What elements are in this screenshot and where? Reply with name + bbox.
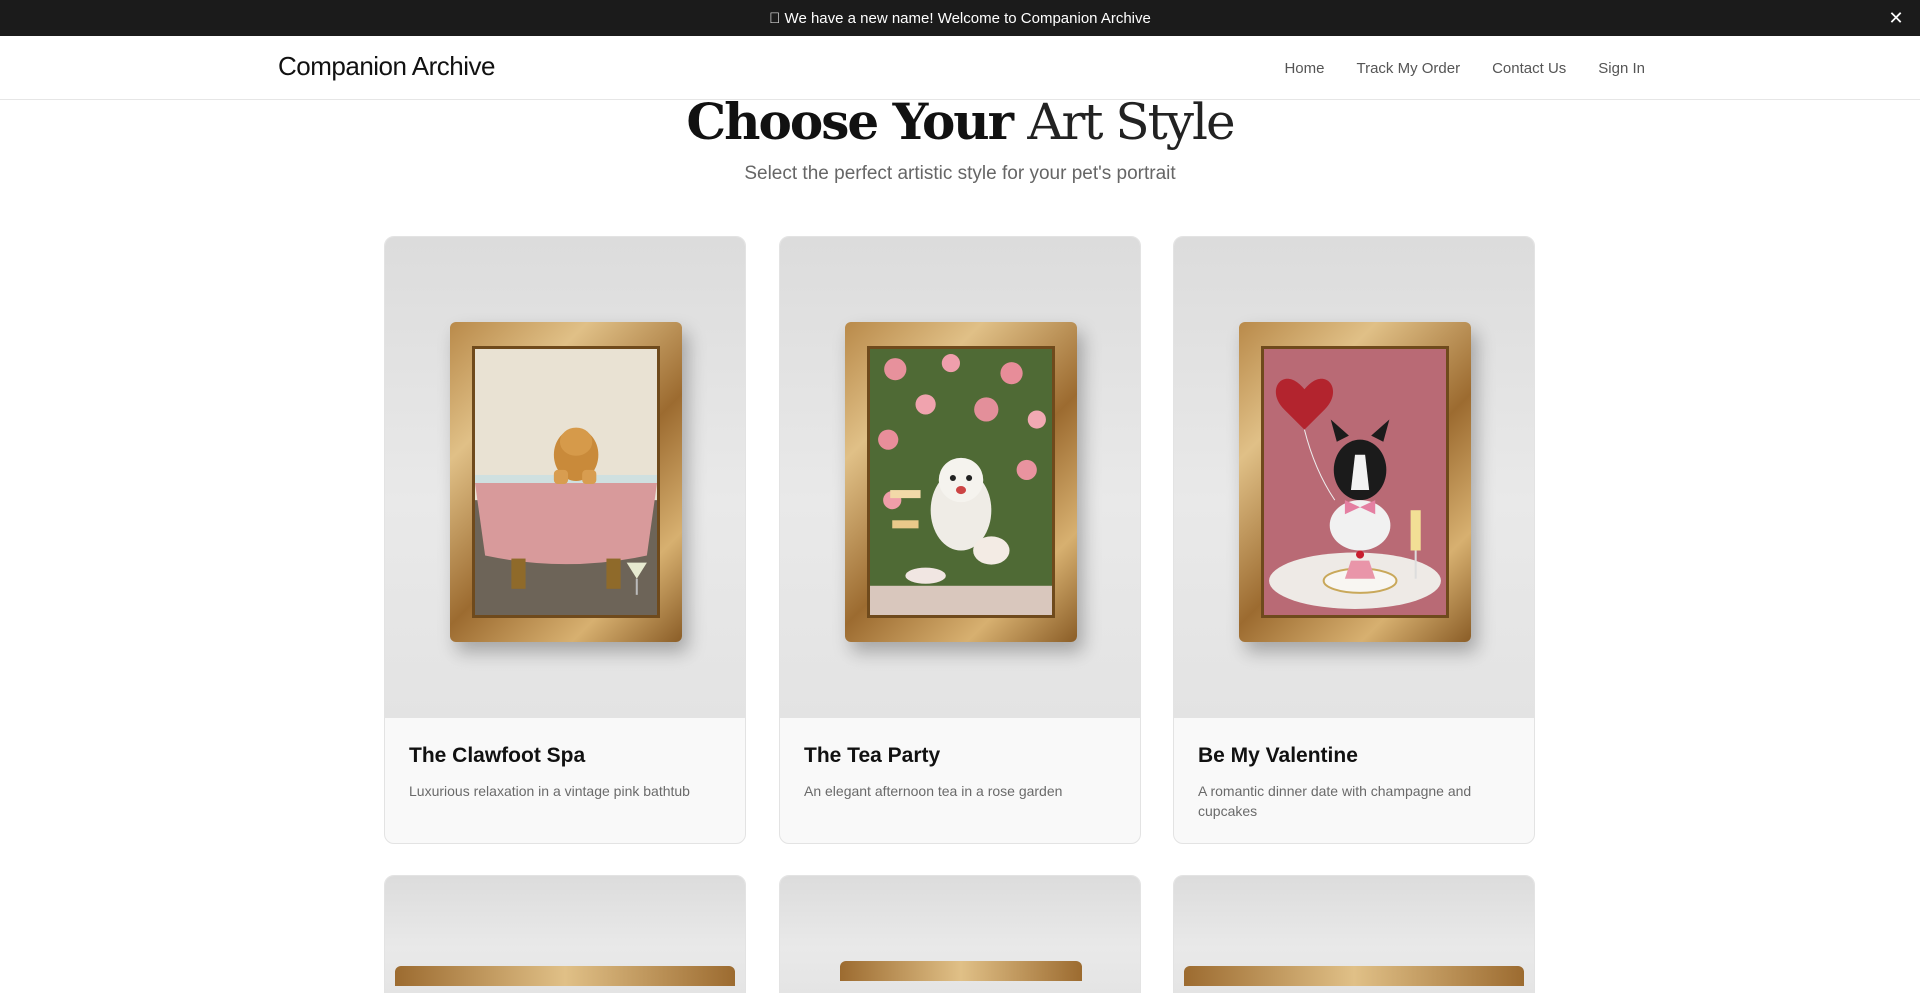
style-card-partial[interactable]: [1173, 875, 1535, 993]
style-card-be-my-valentine[interactable]: Be My Valentine A romantic dinner date w…: [1173, 236, 1535, 844]
style-card-description: A romantic dinner date with champagne an…: [1198, 783, 1472, 819]
style-card-description: Luxurious relaxation in a vintage pink b…: [409, 783, 690, 799]
style-image-clawfoot-spa: [385, 237, 745, 718]
style-card-title: Be My Valentine: [1198, 744, 1358, 767]
nav-links: Home Track My Order Contact Us Sign In: [1284, 36, 1645, 100]
top-navbar: Companion Archive Home Track My Order Co…: [0, 36, 1920, 100]
style-image-partial: [780, 876, 1140, 993]
style-card-partial[interactable]: [384, 875, 746, 993]
style-image-be-my-valentine: [1174, 237, 1534, 718]
announcement-bar:  We have a new name! Welcome to Compani…: [0, 0, 1920, 36]
style-card-title: The Tea Party: [804, 744, 941, 767]
nav-sign-in-link[interactable]: Sign In: [1598, 60, 1645, 77]
style-card-clawfoot-spa[interactable]: The Clawfoot Spa Luxurious relaxation in…: [384, 236, 746, 844]
page-title-part2: Art Style: [1027, 93, 1235, 151]
style-card-partial[interactable]: [779, 875, 1141, 993]
gold-frame: [450, 322, 682, 642]
gold-frame: [840, 961, 1082, 981]
gold-frame: [395, 966, 735, 986]
page-subtitle: Select the perfect artistic style for yo…: [744, 163, 1176, 184]
nav-contact-link[interactable]: Contact Us: [1492, 60, 1566, 77]
gold-frame: [1239, 322, 1471, 642]
nav-track-order-link[interactable]: Track My Order: [1356, 60, 1460, 77]
gold-frame: [845, 322, 1077, 642]
close-icon[interactable]: ✕: [1886, 8, 1906, 28]
page-title-part1: Choose Your: [686, 92, 1014, 151]
announcement-text:  We have a new name! Welcome to Compani…: [769, 9, 1151, 27]
style-card-title: The Clawfoot Spa: [409, 744, 586, 767]
style-card-description: An elegant afternoon tea in a rose garde…: [804, 783, 1063, 799]
style-image-partial: [1174, 876, 1534, 993]
brand-logo[interactable]: Companion Archive: [278, 51, 495, 82]
nav-home-link[interactable]: Home: [1284, 60, 1324, 77]
gold-frame: [1184, 966, 1524, 986]
style-image-partial: [385, 876, 745, 993]
style-card-tea-party[interactable]: The Tea Party An elegant afternoon tea i…: [779, 236, 1141, 844]
page-title: Choose Your Art Style: [0, 92, 1920, 151]
style-image-tea-party: [780, 237, 1140, 718]
